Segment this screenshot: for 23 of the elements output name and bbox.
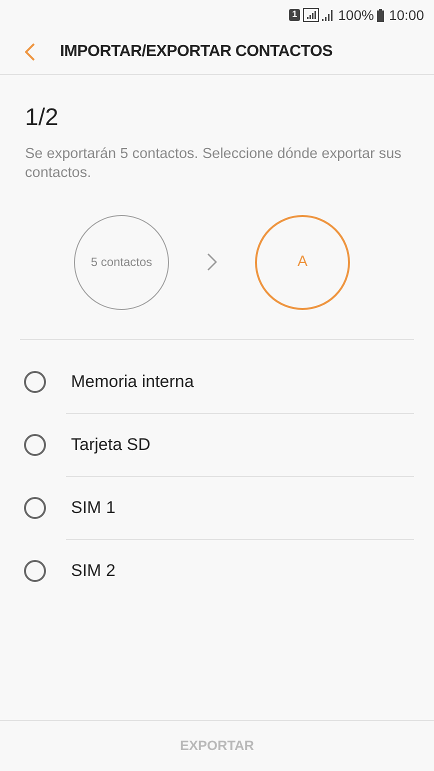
option-row[interactable]: Tarjeta SD [0,413,434,476]
back-icon [25,43,35,61]
option-label: Memoria interna [71,370,194,393]
radio-button[interactable] [24,560,46,582]
option-row[interactable]: SIM 1 [0,476,434,539]
description-text: Se exportarán 5 contactos. Seleccione dónde exportar sus contactos. [25,145,402,183]
clock: 10:00 [388,6,424,24]
step-counter: 1/2 [25,103,60,133]
battery-icon [376,8,384,22]
radio-button[interactable] [24,434,46,456]
sim-badge: 1 [289,9,300,21]
option-label: SIM 1 [71,496,116,519]
option-row[interactable]: SIM 2 [0,539,434,602]
battery-level: 100% [338,6,374,24]
radio-button[interactable] [24,496,46,518]
chevron-right-icon [207,253,217,271]
screen-title: IMPORTAR/EXPORTAR CONTACTOS [60,42,332,62]
option-row[interactable]: Memoria interna [0,350,434,413]
option-label: Tarjeta SD [71,434,150,456]
radio-button[interactable] [24,370,46,392]
option-label: SIM 2 [71,560,116,582]
signal-icon [322,9,336,21]
signal-icon [303,8,320,22]
